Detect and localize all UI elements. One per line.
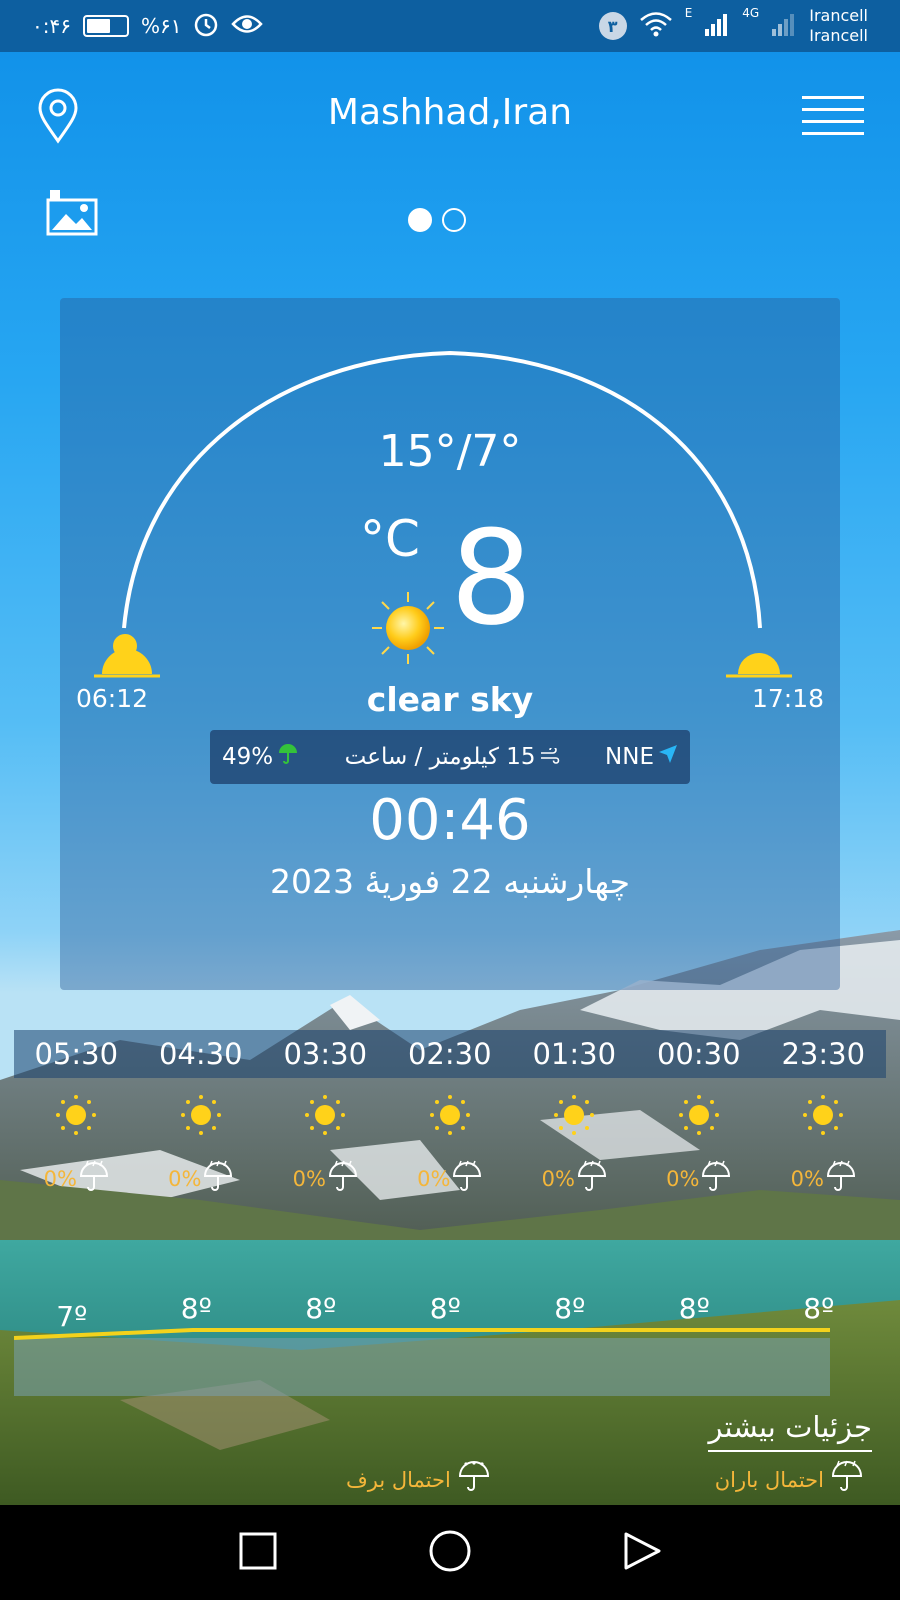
page-dot-2[interactable] bbox=[442, 208, 466, 232]
hour-rain-chance: 0% bbox=[761, 1160, 886, 1198]
rain-umbrella-icon bbox=[577, 1160, 607, 1198]
sunset-icon bbox=[726, 638, 792, 682]
hour-label: 01:30 bbox=[532, 1037, 617, 1071]
temperature-unit: °C bbox=[360, 510, 420, 568]
hour-temperature: 8º bbox=[678, 1292, 710, 1325]
hour-sun-icon bbox=[388, 1092, 513, 1138]
rain-chance-value: 0% bbox=[43, 1167, 77, 1191]
current-temperature: 8 bbox=[450, 502, 533, 654]
hour-sun-icon bbox=[14, 1092, 139, 1138]
carrier-names: Irancell Irancell bbox=[809, 6, 868, 46]
rain-probability-legend: احتمال باران bbox=[715, 1460, 864, 1499]
hour-temperature: 7º bbox=[56, 1300, 88, 1333]
wifi-icon bbox=[639, 11, 673, 42]
system-nav-bar bbox=[0, 1505, 900, 1600]
city-title[interactable]: Mashhad,Iran bbox=[0, 92, 900, 133]
status-time: ۰:۴۶ bbox=[32, 14, 71, 38]
status-bar: ۰:۴۶ %۶۱ ۳ E 4G Irancell Irancell bbox=[0, 0, 900, 52]
hour-temperature: 8º bbox=[554, 1292, 586, 1325]
edge-label: E bbox=[684, 6, 693, 20]
hour-sun-icon bbox=[761, 1092, 886, 1138]
hourly-times-row: 05:30 04:30 03:30 02:30 01:30 00:30 23:30 bbox=[14, 1030, 886, 1078]
rain-chance-value: 0% bbox=[790, 1167, 824, 1191]
hour-label: 23:30 bbox=[781, 1037, 866, 1071]
rain-chance-value: 0% bbox=[666, 1167, 700, 1191]
rain-chance-value: 0% bbox=[541, 1167, 575, 1191]
hour-rain-chance: 0% bbox=[512, 1160, 637, 1198]
eye-icon bbox=[231, 13, 264, 40]
hour-sun-icon bbox=[637, 1092, 762, 1138]
page-indicator bbox=[408, 208, 466, 232]
temperature-polyline bbox=[14, 1328, 830, 1340]
hour-rain-chance: 0% bbox=[139, 1160, 264, 1198]
hour-rain-chance: 0% bbox=[14, 1160, 139, 1198]
hour-sun-icon bbox=[512, 1092, 637, 1138]
humidity-value: 49% bbox=[222, 744, 274, 770]
hour-label: 03:30 bbox=[283, 1037, 368, 1071]
wind-icon bbox=[540, 744, 560, 770]
hour-temperature: 8º bbox=[803, 1292, 835, 1325]
alarm-icon bbox=[193, 11, 219, 42]
umbrella-icon bbox=[277, 743, 299, 771]
hour-rain-chance: 0% bbox=[263, 1160, 388, 1198]
current-weather-card: 15°/7° °C 8 06:12 17:18 clear sky 49% 15… bbox=[60, 298, 840, 990]
hour-rain-chance: 0% bbox=[637, 1160, 762, 1198]
background-image-icon[interactable] bbox=[46, 189, 98, 240]
rain-umbrella-icon bbox=[826, 1160, 856, 1198]
wind-speed: 15 کیلومتر / ساعت bbox=[344, 744, 536, 770]
page-dot-1[interactable] bbox=[408, 208, 432, 232]
hour-sun-icon bbox=[139, 1092, 264, 1138]
hourly-forecast[interactable]: 05:30 04:30 03:30 02:30 01:30 00:30 23:30 0% 0%… bbox=[14, 1030, 886, 1396]
notification-badge: ۳ bbox=[598, 12, 627, 40]
rain-umbrella-icon bbox=[830, 1460, 864, 1499]
hour-temperature: 8º bbox=[180, 1292, 212, 1325]
min-max-temperature: 15°/7° bbox=[378, 426, 522, 477]
hour-label: 00:30 bbox=[656, 1037, 741, 1071]
hourly-icons-row bbox=[14, 1092, 886, 1138]
hamburger-menu-icon[interactable] bbox=[802, 96, 864, 144]
recent-apps-button[interactable] bbox=[238, 1531, 278, 1575]
rain-chance-value: 0% bbox=[417, 1167, 451, 1191]
hour-rain-chance: 0% bbox=[388, 1160, 513, 1198]
current-date: چهارشنبه 22 فوریهٔ 2023 bbox=[270, 862, 630, 901]
network-label: 4G bbox=[742, 6, 760, 20]
home-button[interactable] bbox=[428, 1529, 472, 1577]
rain-umbrella-icon bbox=[203, 1160, 233, 1198]
hour-label: 02:30 bbox=[407, 1037, 492, 1071]
hour-temperature: 8º bbox=[429, 1292, 461, 1325]
hour-label: 04:30 bbox=[158, 1037, 243, 1071]
hour-sun-icon bbox=[263, 1092, 388, 1138]
temperature-graph: 7º 8º 8º 8º 8º 8º 8º bbox=[14, 1278, 834, 1396]
weather-info-bar: 49% 15 کیلومتر / ساعت NNE bbox=[210, 730, 690, 784]
rain-probability-label: احتمال باران bbox=[714, 1467, 824, 1492]
hourly-rain-row: 0% 0% 0% 0% 0% 0% 0% bbox=[14, 1160, 886, 1198]
back-button[interactable] bbox=[622, 1531, 662, 1575]
more-details-link[interactable]: جزئیات بیشتر bbox=[708, 1410, 872, 1452]
sunrise-icon bbox=[94, 628, 160, 682]
app-header: Mashhad,Iran bbox=[0, 52, 900, 172]
rain-chance-value: 0% bbox=[292, 1167, 326, 1191]
hour-temperature: 8º bbox=[305, 1292, 337, 1325]
carrier-1: Irancell bbox=[809, 6, 868, 25]
clear-sky-sun-icon bbox=[368, 588, 448, 672]
snow-umbrella-icon bbox=[457, 1460, 491, 1499]
rain-umbrella-icon bbox=[328, 1160, 358, 1198]
current-time: 00:46 bbox=[369, 788, 531, 853]
weather-condition: clear sky bbox=[366, 680, 534, 719]
navigation-arrow-icon bbox=[658, 744, 678, 770]
hour-label: 05:30 bbox=[34, 1037, 119, 1071]
battery-percent: %۶۱ bbox=[140, 14, 182, 38]
battery-icon bbox=[82, 15, 129, 37]
snow-probability-label: احتمال برف bbox=[346, 1467, 451, 1492]
signal-icon-2 bbox=[771, 12, 797, 41]
rain-chance-value: 0% bbox=[168, 1167, 202, 1191]
snow-probability-legend: احتمال برف bbox=[346, 1460, 491, 1499]
carrier-2: Irancell bbox=[809, 26, 868, 45]
signal-icon bbox=[704, 12, 730, 41]
rain-umbrella-icon bbox=[452, 1160, 482, 1198]
rain-umbrella-icon bbox=[79, 1160, 109, 1198]
wind-direction: NNE bbox=[605, 744, 654, 770]
rain-umbrella-icon bbox=[701, 1160, 731, 1198]
